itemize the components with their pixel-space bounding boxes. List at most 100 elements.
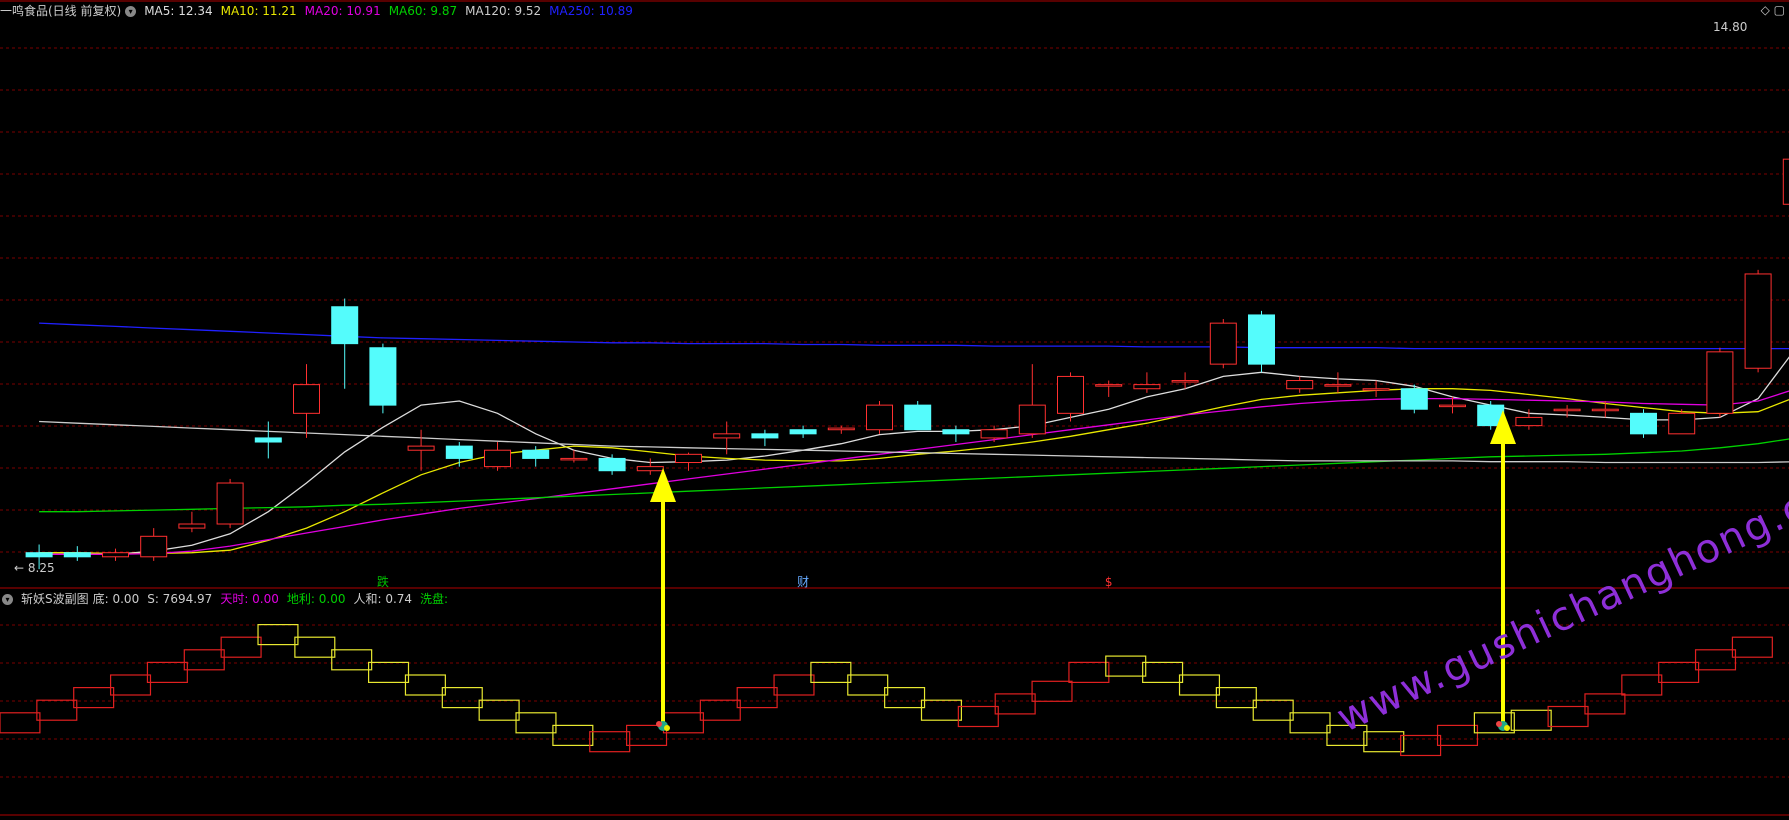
s-wave-step — [847, 674, 889, 696]
s-wave-step — [220, 636, 262, 658]
s-wave-step — [294, 636, 336, 658]
candle-body — [636, 466, 664, 472]
candle-body — [1782, 158, 1789, 205]
candle-body — [1706, 351, 1734, 414]
candle-body — [369, 347, 397, 406]
sub-indicator-0: 底: 0.00 — [92, 592, 140, 606]
stock-chart[interactable]: 14.80 ← 8.25 跌 财 $ — [0, 0, 1789, 820]
candle-body — [713, 433, 741, 439]
ma-indicator-5: MA250: 10.89 — [549, 4, 633, 18]
signal-marker-1: 财 — [797, 575, 809, 589]
ma-indicator-1: MA10: 11.21 — [220, 4, 297, 18]
candle-body — [1591, 408, 1619, 412]
stock-title: 一鸣食品(日线 前复权) — [0, 4, 122, 18]
candle-body — [789, 429, 817, 435]
s-wave-step — [810, 661, 852, 684]
candle-body — [1630, 412, 1657, 435]
candle-body — [331, 306, 359, 345]
settings-circle-icon[interactable]: ▾ — [2, 593, 13, 605]
sub-chart-header: ▾ 斩妖S波副图 底: 0.00 S: 7694.97 天时: 0.00 地利: 0.… — [0, 590, 456, 608]
s-wave-step — [1252, 699, 1294, 721]
s-wave-step — [736, 686, 778, 709]
main-chart-header: 一鸣食品(日线 前复权) ▾ MA5: 12.34 MA10: 11.21 MA20… — [0, 2, 641, 20]
sub-indicator-4: 人和: 0.74 — [353, 592, 413, 606]
candle-body — [293, 384, 320, 414]
s-wave-step — [1436, 724, 1479, 747]
s-wave-step — [1363, 731, 1405, 753]
candle-body — [25, 552, 53, 558]
candle-body — [484, 449, 511, 468]
signal-dot — [664, 725, 670, 731]
s-wave-step — [589, 731, 631, 753]
candle-body — [1324, 384, 1352, 387]
s-wave-step — [1031, 680, 1073, 702]
signal-dot — [1496, 721, 1502, 727]
candle-body — [216, 482, 244, 525]
candle-body — [178, 523, 206, 529]
s-wave-step — [515, 712, 557, 734]
candle-body — [598, 457, 626, 472]
sub-indicator-1: S: 7694.97 — [147, 592, 213, 606]
s-wave-step — [773, 674, 815, 696]
candle-body — [1209, 322, 1237, 365]
sub-indicator-list: 底: 0.00 S: 7694.97 天时: 0.00 地利: 0.00 人和: 0.7… — [93, 590, 456, 608]
candle-body — [407, 445, 435, 451]
s-wave-step — [1694, 649, 1737, 671]
s-wave-step — [109, 674, 152, 696]
candle-body — [254, 437, 282, 443]
candle-body — [1553, 408, 1581, 412]
sub-indicator-3: 地利: 0.00 — [286, 592, 346, 606]
s-wave-step — [1621, 674, 1663, 696]
ma-line-ma60 — [39, 438, 1789, 513]
s-wave-step — [368, 661, 410, 684]
candle-body — [1018, 404, 1046, 435]
candle-body — [560, 457, 588, 461]
low-price-label: ← 8.25 — [14, 561, 55, 575]
s-wave-step — [441, 686, 483, 709]
s-wave-step — [1510, 709, 1552, 731]
candle-body — [1095, 384, 1123, 387]
candle-body — [980, 429, 1008, 439]
candle-body — [1668, 412, 1696, 435]
candle-body — [522, 449, 550, 459]
signal-dot — [1504, 725, 1510, 731]
s-wave-step — [662, 712, 704, 734]
s-wave-step — [146, 661, 188, 684]
s-wave-step — [257, 623, 299, 646]
s-wave-step — [1289, 712, 1331, 734]
ma-line-ma250 — [39, 322, 1789, 350]
candle-body — [1439, 404, 1466, 408]
candle-body — [1171, 380, 1199, 383]
candle-body — [63, 552, 91, 558]
s-wave-step — [1105, 655, 1147, 677]
sub-chart-title: 斩妖S波副图 — [21, 592, 89, 606]
candle-body — [675, 453, 702, 464]
candle-body — [1248, 314, 1275, 365]
signal-marker-2: $ — [1105, 575, 1113, 589]
signal-dot — [656, 721, 662, 727]
s-wave-step — [884, 686, 926, 709]
s-wave-step — [1215, 686, 1257, 709]
candle-body — [942, 429, 970, 435]
ma-indicator-3: MA60: 9.87 — [388, 4, 458, 18]
candle-body — [751, 433, 779, 439]
sub-indicator-2: 天时: 0.00 — [220, 592, 279, 606]
s-wave-step — [36, 699, 78, 721]
high-price-label: 14.80 — [1713, 20, 1747, 34]
candle-body — [1400, 388, 1428, 410]
s-wave-step — [1547, 705, 1589, 728]
sub-indicator-5: 洗盘: — [420, 592, 449, 606]
candle-body — [1286, 380, 1314, 390]
window-controls[interactable]: ◇ ▢ — [1761, 3, 1785, 17]
s-wave-step — [552, 724, 594, 747]
s-wave-step — [1731, 636, 1773, 658]
s-wave-step — [699, 699, 741, 721]
ma-indicator-0: MA5: 12.34 — [144, 4, 213, 18]
candle-body — [1057, 375, 1084, 414]
ma-indicator-2: MA20: 10.91 — [304, 4, 381, 18]
candle-body — [102, 552, 129, 558]
s-wave-step — [994, 693, 1036, 715]
signal-marker-0: 跌 — [377, 574, 389, 589]
s-wave-step — [1584, 693, 1626, 715]
settings-circle-icon[interactable]: ▾ — [125, 5, 137, 17]
